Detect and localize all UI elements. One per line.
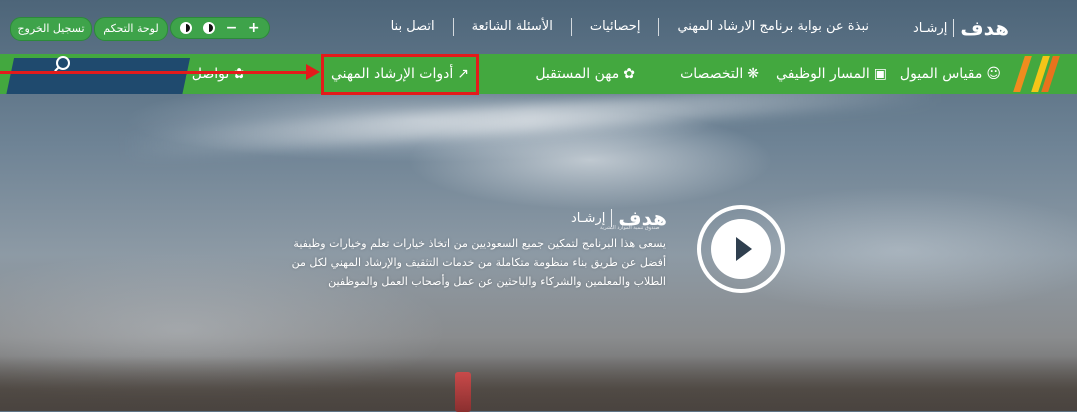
handshake-icon: ✿ <box>233 66 245 82</box>
hero-logo-subtitle: إرشـاد <box>571 210 606 226</box>
zoom-in-icon[interactable]: + <box>248 17 260 39</box>
link-statistics[interactable]: إحصائيات <box>570 18 659 36</box>
nav-label: المسار الوظيفي <box>776 66 870 82</box>
search-icon[interactable] <box>56 56 70 70</box>
hero-logo-tagline: صندوق تنمية الموارد البشرية <box>600 225 660 231</box>
play-video-button[interactable] <box>697 205 785 293</box>
description-line: يسعى هذا البرنامج لتمكين جميع السعوديين … <box>293 237 666 250</box>
nav-item-career-path[interactable]: ▣المسار الوظيفي <box>776 54 887 94</box>
nav-label: التخصصات <box>680 66 744 82</box>
link-faq[interactable]: الأسئلة الشائعة <box>452 18 571 36</box>
nav-item-interests[interactable]: ☺مقياس الميول <box>900 54 1001 94</box>
link-contact[interactable]: اتصل بنا <box>373 18 453 36</box>
atom-icon: ❋ <box>747 66 759 82</box>
brand-stripes <box>1013 56 1069 92</box>
contrast-icon[interactable] <box>180 22 193 34</box>
handshake-icon: ✿ <box>623 66 635 82</box>
nav-label: مهن المستقبل <box>535 66 620 82</box>
dashboard-button[interactable]: لوحة التحكم <box>94 17 168 41</box>
annotation-arrow-head <box>306 64 320 80</box>
link-about[interactable]: نبذة عن بوابة برنامج الارشاد المهني <box>658 18 887 36</box>
logout-button[interactable]: تسجيل الخروج <box>10 17 92 41</box>
accessibility-controls: − + <box>170 17 270 39</box>
top-links: نبذة عن بوابة برنامج الارشاد المهني إحصا… <box>373 18 887 36</box>
briefcase-icon: ▣ <box>873 66 887 82</box>
contrast-toggle-icon[interactable] <box>202 22 215 34</box>
site-logo[interactable]: إرشـاد هدف <box>913 16 1010 40</box>
zoom-out-icon[interactable]: − <box>226 17 238 39</box>
highlight-box <box>321 54 479 95</box>
description-line: الطلاب والمعلمين والشركاء والباحثين عن ع… <box>328 275 666 288</box>
logo-text: هدف <box>960 16 1010 40</box>
logo-separator <box>953 19 955 37</box>
hero-description: يسعى هذا البرنامج لتمكين جميع السعوديين … <box>280 234 666 291</box>
annotation-arrow <box>0 71 310 74</box>
nav-item-majors[interactable]: ❋التخصصات <box>680 54 759 94</box>
nav-label: مقياس الميول <box>899 66 983 82</box>
logo-subtitle: إرشـاد <box>913 20 948 36</box>
ground <box>0 356 1077 411</box>
search-tab-background <box>5 58 191 94</box>
search-tab[interactable] <box>0 54 196 94</box>
top-bar: إرشـاد هدف نبذة عن بوابة برنامج الارشاد … <box>0 8 1077 48</box>
flag-figure <box>455 372 471 412</box>
user-icon: ☺ <box>986 66 1001 82</box>
play-icon <box>736 237 752 261</box>
description-line: أفضل عن طريق بناء منظومة متكاملة من خدما… <box>291 256 666 269</box>
nav-item-future-jobs[interactable]: ✿مهن المستقبل <box>535 54 635 94</box>
